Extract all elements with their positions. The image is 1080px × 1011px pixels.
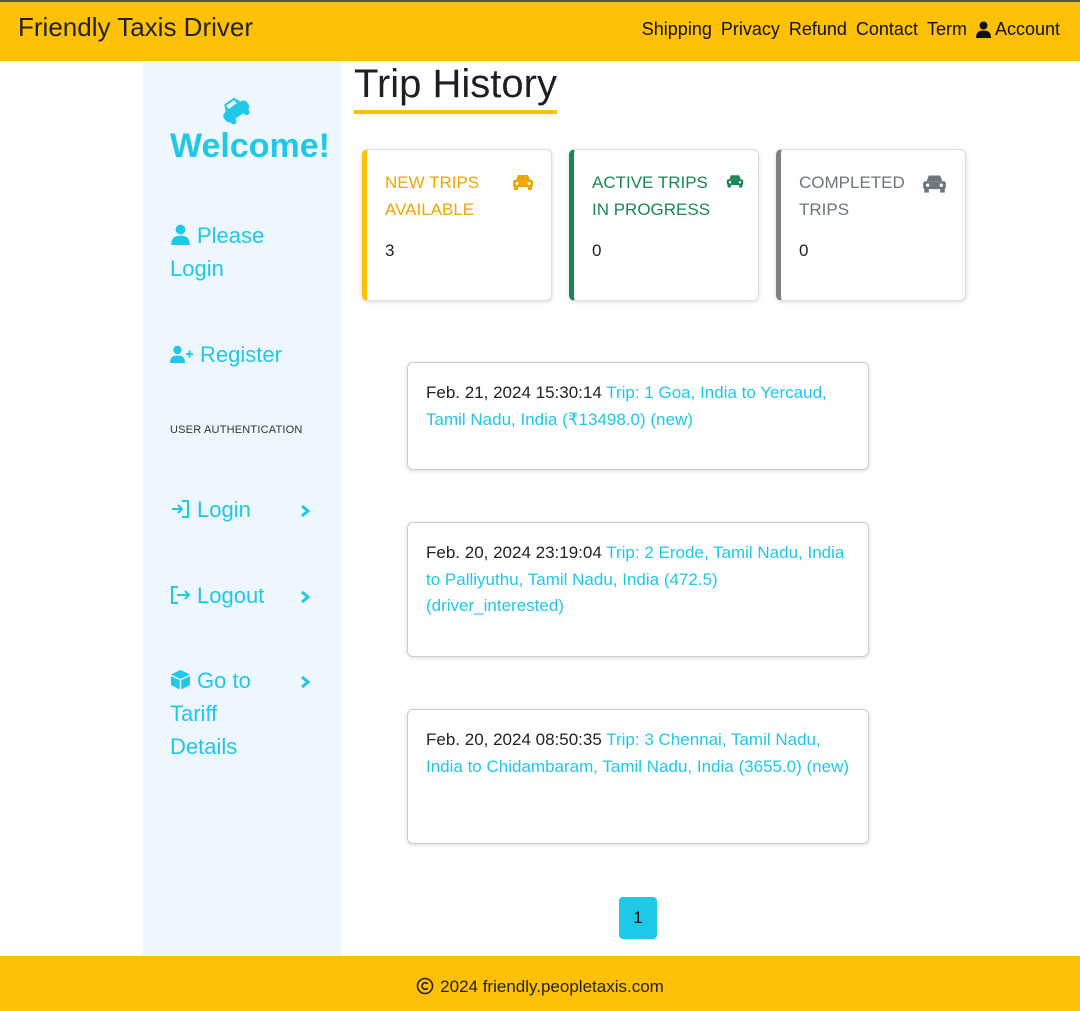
taxi-logo-icon <box>223 97 250 125</box>
nav-account-label: Account <box>994 19 1060 39</box>
trip-date: Feb. 20, 2024 08:50:35 <box>426 730 602 749</box>
nav-contact[interactable]: Contact <box>856 19 918 40</box>
stat-label: ACTIVE TRIPS IN PROGRESS <box>592 173 711 219</box>
completed-trips-card[interactable]: COMPLETED TRIPS 0 <box>776 149 966 301</box>
active-trips-card[interactable]: ACTIVE TRIPS IN PROGRESS 0 <box>569 149 759 301</box>
login-label: Login <box>197 497 251 522</box>
please-login-link[interactable]: Please Login <box>170 219 300 285</box>
stat-label: NEW TRIPS AVAILABLE <box>385 173 480 219</box>
nav-shipping[interactable]: Shipping <box>642 19 712 40</box>
top-navbar: Friendly Taxis Driver Shipping Privacy R… <box>0 0 1080 61</box>
trip-card: Feb. 21, 2024 15:30:14 Trip: 1 Goa, Indi… <box>407 362 869 470</box>
trip-card: Feb. 20, 2024 08:50:35 Trip: 3 Chennai, … <box>407 709 869 844</box>
login-link[interactable]: Login <box>170 493 251 526</box>
sidebar: Welcome! Please Login Register USER AUTH… <box>143 61 341 956</box>
user-authentication-heading: USER AUTHENTICATION <box>170 424 303 436</box>
chevron-right-icon <box>301 590 311 604</box>
brand-title[interactable]: Friendly Taxis Driver <box>18 12 253 43</box>
login-icon <box>172 500 189 518</box>
nav-refund[interactable]: Refund <box>789 19 847 40</box>
user-icon <box>975 21 991 38</box>
stat-count: 0 <box>799 241 809 260</box>
cube-icon <box>171 670 190 690</box>
footer: 2024 friendly.peopletaxis.com <box>0 956 1080 1011</box>
user-plus-icon <box>170 345 193 363</box>
logout-icon <box>171 586 191 604</box>
stat-label: COMPLETED TRIPS <box>799 173 905 219</box>
user-icon <box>171 224 190 245</box>
new-trips-card[interactable]: NEW TRIPS AVAILABLE 3 <box>362 149 552 301</box>
register-label: Register <box>200 342 282 367</box>
footer-text: 2024 friendly.peopletaxis.com <box>440 977 664 996</box>
stat-count: 3 <box>385 241 395 260</box>
nav-account[interactable]: Account <box>975 19 1060 40</box>
copyright-icon <box>416 977 434 995</box>
chevron-right-icon <box>301 675 311 689</box>
nav-privacy[interactable]: Privacy <box>721 19 780 40</box>
nav-term[interactable]: Term <box>927 19 967 40</box>
logout-link[interactable]: Logout <box>170 579 264 612</box>
tariff-details-link[interactable]: Go to Tariff Details <box>170 664 270 763</box>
car-icon <box>513 175 533 190</box>
logout-label: Logout <box>197 583 265 608</box>
trip-date: Feb. 21, 2024 15:30:14 <box>426 383 602 402</box>
register-link[interactable]: Register <box>170 338 282 371</box>
page-title: Trip History <box>354 60 557 114</box>
car-icon <box>726 175 744 188</box>
chevron-right-icon <box>301 504 311 518</box>
trip-date: Feb. 20, 2024 23:19:04 <box>426 543 602 562</box>
trip-card: Feb. 20, 2024 23:19:04 Trip: 2 Erode, Ta… <box>407 522 869 657</box>
welcome-heading: Welcome! <box>170 127 330 165</box>
car-icon <box>923 175 946 193</box>
stat-count: 0 <box>592 241 602 260</box>
pagination-page-button[interactable]: 1 <box>619 897 657 939</box>
top-nav-links: Shipping Privacy Refund Contact Term Acc… <box>642 19 1060 40</box>
